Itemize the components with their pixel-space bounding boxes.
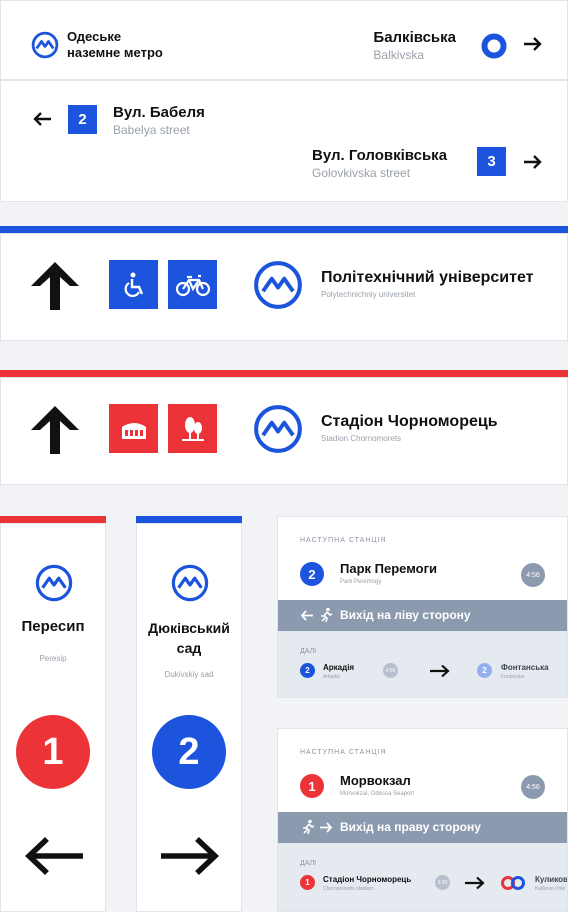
further-station-latin: Chornomorets stadium bbox=[323, 886, 374, 892]
station-name-line-1: Дюківський bbox=[148, 620, 230, 636]
line-number-badge: 1 bbox=[300, 774, 324, 798]
station-name-latin: Peresip bbox=[39, 654, 67, 663]
park-trees-icon bbox=[168, 404, 217, 453]
further-station-name: Аркадія bbox=[323, 663, 355, 672]
bicycle-icon bbox=[168, 260, 217, 309]
arrow-right-icon bbox=[465, 876, 485, 890]
station-direction-sign: Стадіон Чорноморець Stadion Chornomorets bbox=[0, 377, 568, 485]
line-color-bar bbox=[0, 370, 568, 377]
station-name-latin: Stadion Chornomorets bbox=[321, 434, 402, 443]
next-station-label: НАСТУПНА СТАНЦІЯ bbox=[300, 749, 387, 756]
arrow-right-icon bbox=[320, 822, 333, 833]
station-name-latin: Dukivskiy sad bbox=[164, 670, 214, 679]
station-name-latin: Balkivska bbox=[373, 48, 425, 62]
line-color-bar bbox=[0, 226, 568, 233]
travel-time-badge: 4:56 bbox=[383, 663, 398, 678]
further-stations-panel: ДАЛІ 1 Стадіон Чорноморець Chornomorets … bbox=[278, 843, 568, 911]
brand-line-2: наземне метро bbox=[67, 45, 163, 60]
station-name: Політехнічний університет bbox=[321, 269, 534, 286]
next-station-name: Морвокзал bbox=[340, 773, 411, 788]
arrow-left-icon bbox=[300, 610, 313, 621]
metro-logo-icon bbox=[35, 564, 73, 602]
station-name-line-2: сад bbox=[176, 640, 202, 656]
line-number-badge: 2 bbox=[300, 562, 324, 586]
arrow-right-icon bbox=[430, 664, 450, 678]
exit-direction-text: Вихід на праву сторону bbox=[340, 820, 481, 834]
platform-pillar-sign: Дюківський сад Dukivskiy sad 2 bbox=[136, 523, 242, 912]
further-stations-panel: ДАЛІ 2 Аркадія Arkadia 4:56 2 Фонтанська… bbox=[278, 631, 567, 697]
arrow-right-icon bbox=[524, 37, 542, 51]
arrow-left-icon bbox=[24, 837, 83, 875]
further-station-latin: Kulikovo Pole bbox=[535, 886, 566, 892]
next-station-screen: НАСТУПНА СТАНЦІЯ 2 Парк Перемоги Park Pe… bbox=[277, 516, 568, 698]
line-number-circle: 2 bbox=[152, 715, 226, 789]
station-name-latin: Polytechnichniy universitet bbox=[321, 290, 416, 299]
next-station-label: НАСТУПНА СТАНЦІЯ bbox=[300, 537, 387, 544]
station-name: Дюківський сад bbox=[137, 618, 241, 658]
further-station-latin: Arkadia bbox=[323, 674, 340, 680]
metro-logo-icon bbox=[171, 564, 209, 602]
travel-time-badge: 4:56 bbox=[521, 775, 545, 799]
street-name-left-latin: Babelya street bbox=[113, 123, 190, 137]
exit-direction-text: Вихід на ліву сторону bbox=[340, 608, 471, 622]
arrow-left-icon bbox=[33, 112, 51, 126]
running-person-icon bbox=[321, 607, 333, 623]
running-person-icon bbox=[303, 819, 315, 835]
line-color-bar bbox=[0, 516, 106, 523]
street-name-left: Вул. Бабеля bbox=[113, 104, 205, 121]
travel-time-badge: 4:56 bbox=[521, 563, 545, 587]
further-station-name: Стадіон Чорноморець bbox=[323, 875, 412, 884]
travel-time-badge: 3:30 bbox=[435, 875, 450, 890]
street-exits-sign: 2 Вул. Бабеля Babelya street Вул. Головк… bbox=[0, 80, 568, 202]
further-station-name: Куликове bbox=[535, 875, 568, 884]
line-color-bar bbox=[136, 516, 242, 523]
arrow-up-icon bbox=[31, 262, 79, 310]
metro-logo-icon bbox=[31, 31, 59, 59]
current-station-ring-icon bbox=[481, 33, 507, 59]
line-transfer-icon bbox=[501, 876, 525, 890]
station-name: Балківська bbox=[373, 29, 456, 46]
next-station-latin: Morvokzal, Odessa Seaport bbox=[340, 791, 415, 797]
next-station-latin: Park Peremogy bbox=[340, 579, 382, 585]
station-name: Пересип bbox=[21, 618, 85, 635]
exit-number-badge: 3 bbox=[477, 147, 506, 176]
next-station-screen: НАСТУПНА СТАНЦІЯ 1 Морвокзал Morvokzal, … bbox=[277, 728, 568, 912]
station-header-sign: Одеське наземне метро Балківська Balkivs… bbox=[0, 0, 568, 80]
arrow-right-icon bbox=[524, 155, 542, 169]
line-number-badge: 2 bbox=[477, 663, 492, 678]
exit-direction-band: Вихід на праву сторону bbox=[278, 812, 567, 843]
further-station-latin: Fontanska bbox=[501, 674, 525, 680]
next-station-name: Парк Перемоги bbox=[340, 561, 437, 576]
further-label: ДАЛІ bbox=[300, 648, 317, 655]
further-label: ДАЛІ bbox=[300, 860, 317, 867]
line-number-badge: 1 bbox=[300, 875, 315, 890]
street-name-right: Вул. Головківська bbox=[312, 147, 448, 164]
station-direction-sign: Політехнічний університет Polytechnichni… bbox=[0, 233, 568, 341]
exit-direction-band: Вихід на ліву сторону bbox=[278, 600, 567, 631]
metro-logo-icon bbox=[254, 261, 302, 309]
street-name-right-latin: Golovkivska street bbox=[312, 166, 411, 180]
station-name: Стадіон Чорноморець bbox=[321, 413, 498, 430]
further-station-name: Фонтанська bbox=[501, 663, 549, 672]
exit-number-badge: 2 bbox=[68, 105, 97, 134]
metro-logo-icon bbox=[254, 405, 302, 453]
colosseum-icon bbox=[109, 404, 158, 453]
platform-pillar-sign: Пересип Peresip 1 bbox=[0, 523, 106, 912]
arrow-up-icon bbox=[31, 406, 79, 454]
line-number-badge: 2 bbox=[300, 663, 315, 678]
arrow-right-icon bbox=[161, 837, 220, 875]
line-number-circle: 1 bbox=[16, 715, 90, 789]
wheelchair-icon bbox=[109, 260, 158, 309]
brand-name: Одеське наземне метро bbox=[67, 29, 163, 61]
brand-line-1: Одеське bbox=[67, 29, 122, 44]
